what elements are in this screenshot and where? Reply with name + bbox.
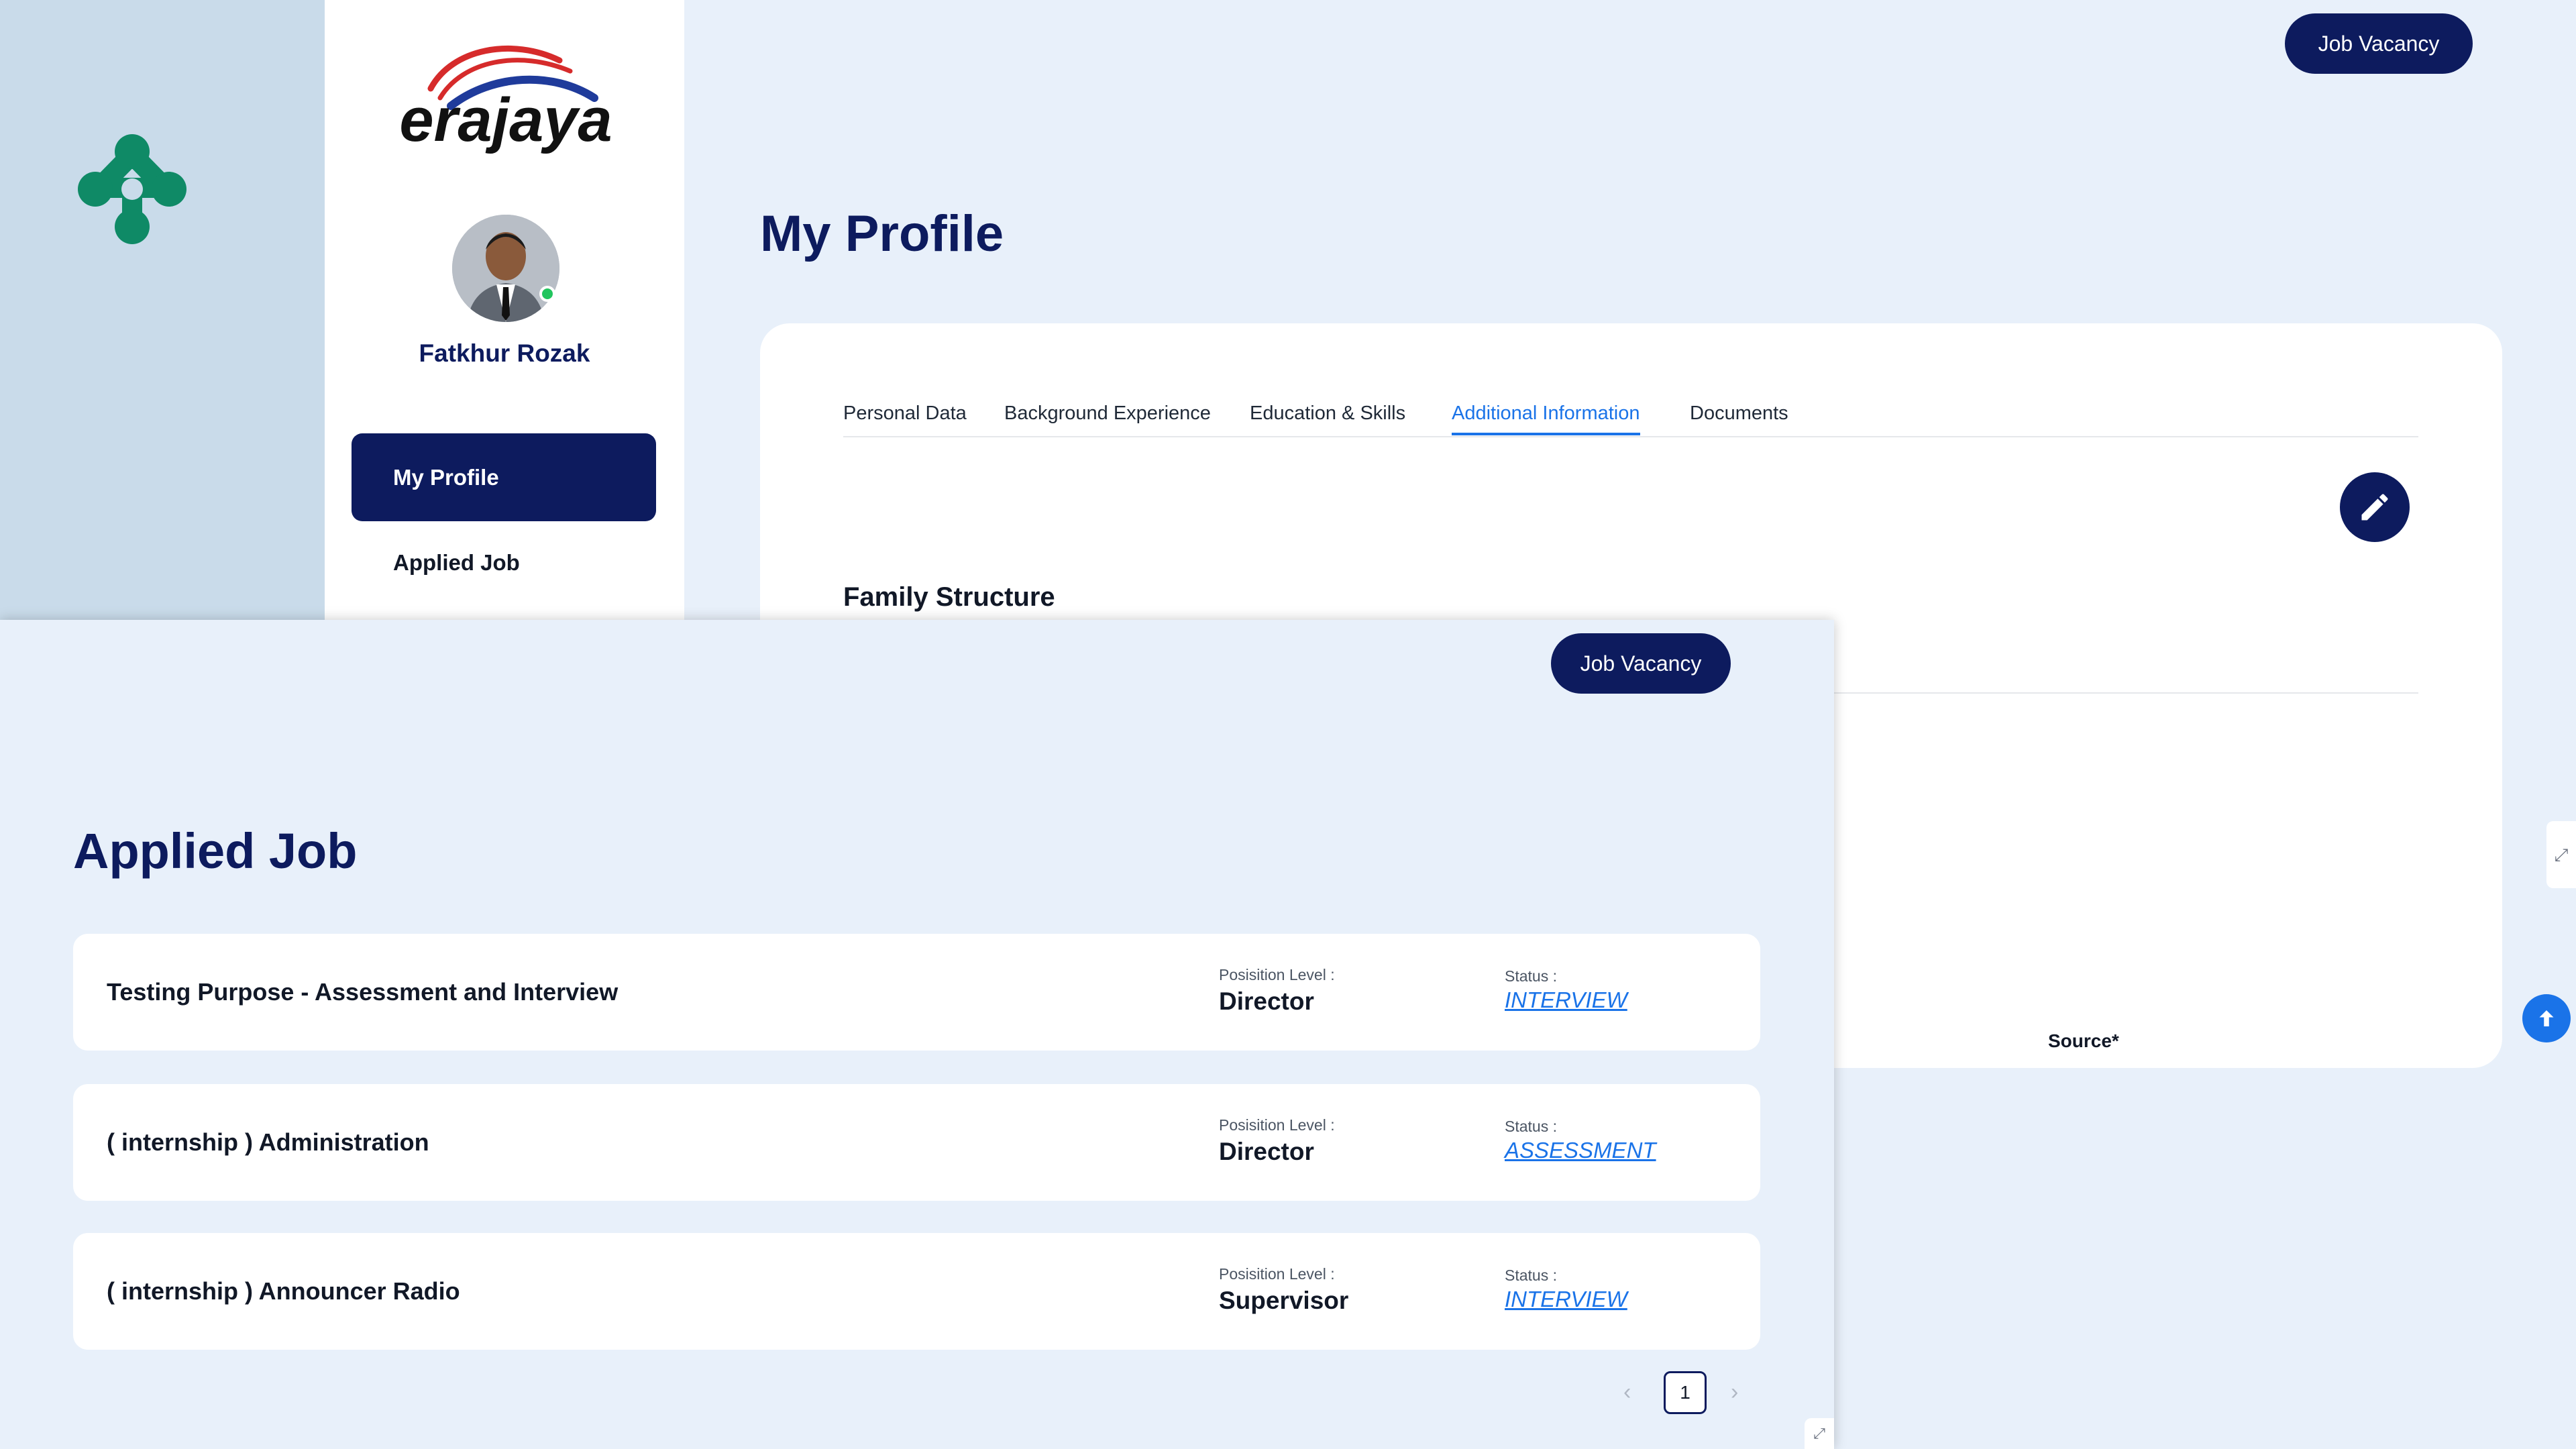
online-status-dot — [539, 286, 555, 302]
position-level-value: Director — [1219, 1138, 1314, 1165]
tab-background-experience[interactable]: Background Experience — [1004, 402, 1211, 425]
tab-personal-data[interactable]: Personal Data — [843, 402, 967, 425]
tab-education-skills[interactable]: Education & Skills — [1250, 402, 1405, 425]
scroll-to-top-button[interactable] — [2522, 994, 2571, 1042]
position-level-value: Director — [1219, 987, 1314, 1015]
section-title-family-structure: Family Structure — [843, 582, 1055, 612]
status-label: Status : — [1505, 967, 1557, 985]
tab-documents[interactable]: Documents — [1690, 402, 1788, 425]
job-card[interactable]: Testing Purpose - Assessment and Intervi… — [73, 934, 1760, 1051]
source-column-header: Source* — [2048, 1030, 2119, 1051]
company-logo-icon — [78, 134, 186, 244]
pencil-icon — [2361, 494, 2388, 521]
status-label: Status : — [1505, 1118, 1557, 1135]
side-drawer-handle-icon[interactable]: ⤢ — [1805, 1418, 1834, 1449]
side-drawer-handle-icon[interactable]: ⤢ — [2546, 821, 2576, 888]
status-link[interactable]: INTERVIEW — [1505, 1287, 1627, 1312]
status-link[interactable]: INTERVIEW — [1505, 987, 1627, 1013]
erajaya-logo: erajaya — [399, 46, 612, 154]
tab-additional-information[interactable]: Additional Information — [1452, 402, 1640, 435]
applied-job-window: Job Vacancy Applied Job Testing Purpose … — [0, 620, 1834, 1449]
user-name: Fatkhur Rozak — [419, 339, 590, 367]
sidebar-item-my-profile[interactable]: My Profile — [352, 433, 656, 521]
job-title: ( internship ) Administration — [107, 1128, 429, 1156]
page-number-button[interactable]: 1 — [1664, 1371, 1707, 1414]
job-vacancy-button[interactable]: Job Vacancy — [1551, 633, 1731, 694]
position-level-label: Posisition Level : — [1219, 1265, 1335, 1283]
sidebar-item-applied-job[interactable]: Applied Job — [393, 550, 520, 576]
chevron-left-icon[interactable]: ‹ — [1623, 1379, 1631, 1405]
job-vacancy-button[interactable]: Job Vacancy — [2285, 13, 2473, 74]
position-level-label: Posisition Level : — [1219, 966, 1335, 983]
status-link[interactable]: ASSESSMENT — [1505, 1138, 1656, 1163]
page-title: Applied Job — [73, 823, 358, 879]
job-card[interactable]: ( internship ) Announcer Radio Posisitio… — [73, 1233, 1760, 1350]
job-title: ( internship ) Announcer Radio — [107, 1277, 460, 1305]
position-level-value: Supervisor — [1219, 1287, 1349, 1314]
position-level-label: Posisition Level : — [1219, 1116, 1335, 1134]
chevron-right-icon[interactable]: › — [1731, 1379, 1738, 1405]
job-title: Testing Purpose - Assessment and Intervi… — [107, 978, 619, 1006]
sidebar: erajaya Fatkhur Rozak My Profile Applied… — [325, 0, 684, 624]
arrow-up-icon — [2539, 1010, 2554, 1026]
avatar[interactable] — [452, 215, 559, 322]
svg-text:erajaya: erajaya — [399, 86, 612, 154]
profile-tabs: Personal Data Background Experience Educ… — [843, 402, 2418, 437]
status-label: Status : — [1505, 1267, 1557, 1284]
edit-button[interactable] — [2340, 472, 2410, 542]
job-card[interactable]: ( internship ) Administration Posisition… — [73, 1084, 1760, 1201]
page-title: My Profile — [760, 205, 1004, 262]
